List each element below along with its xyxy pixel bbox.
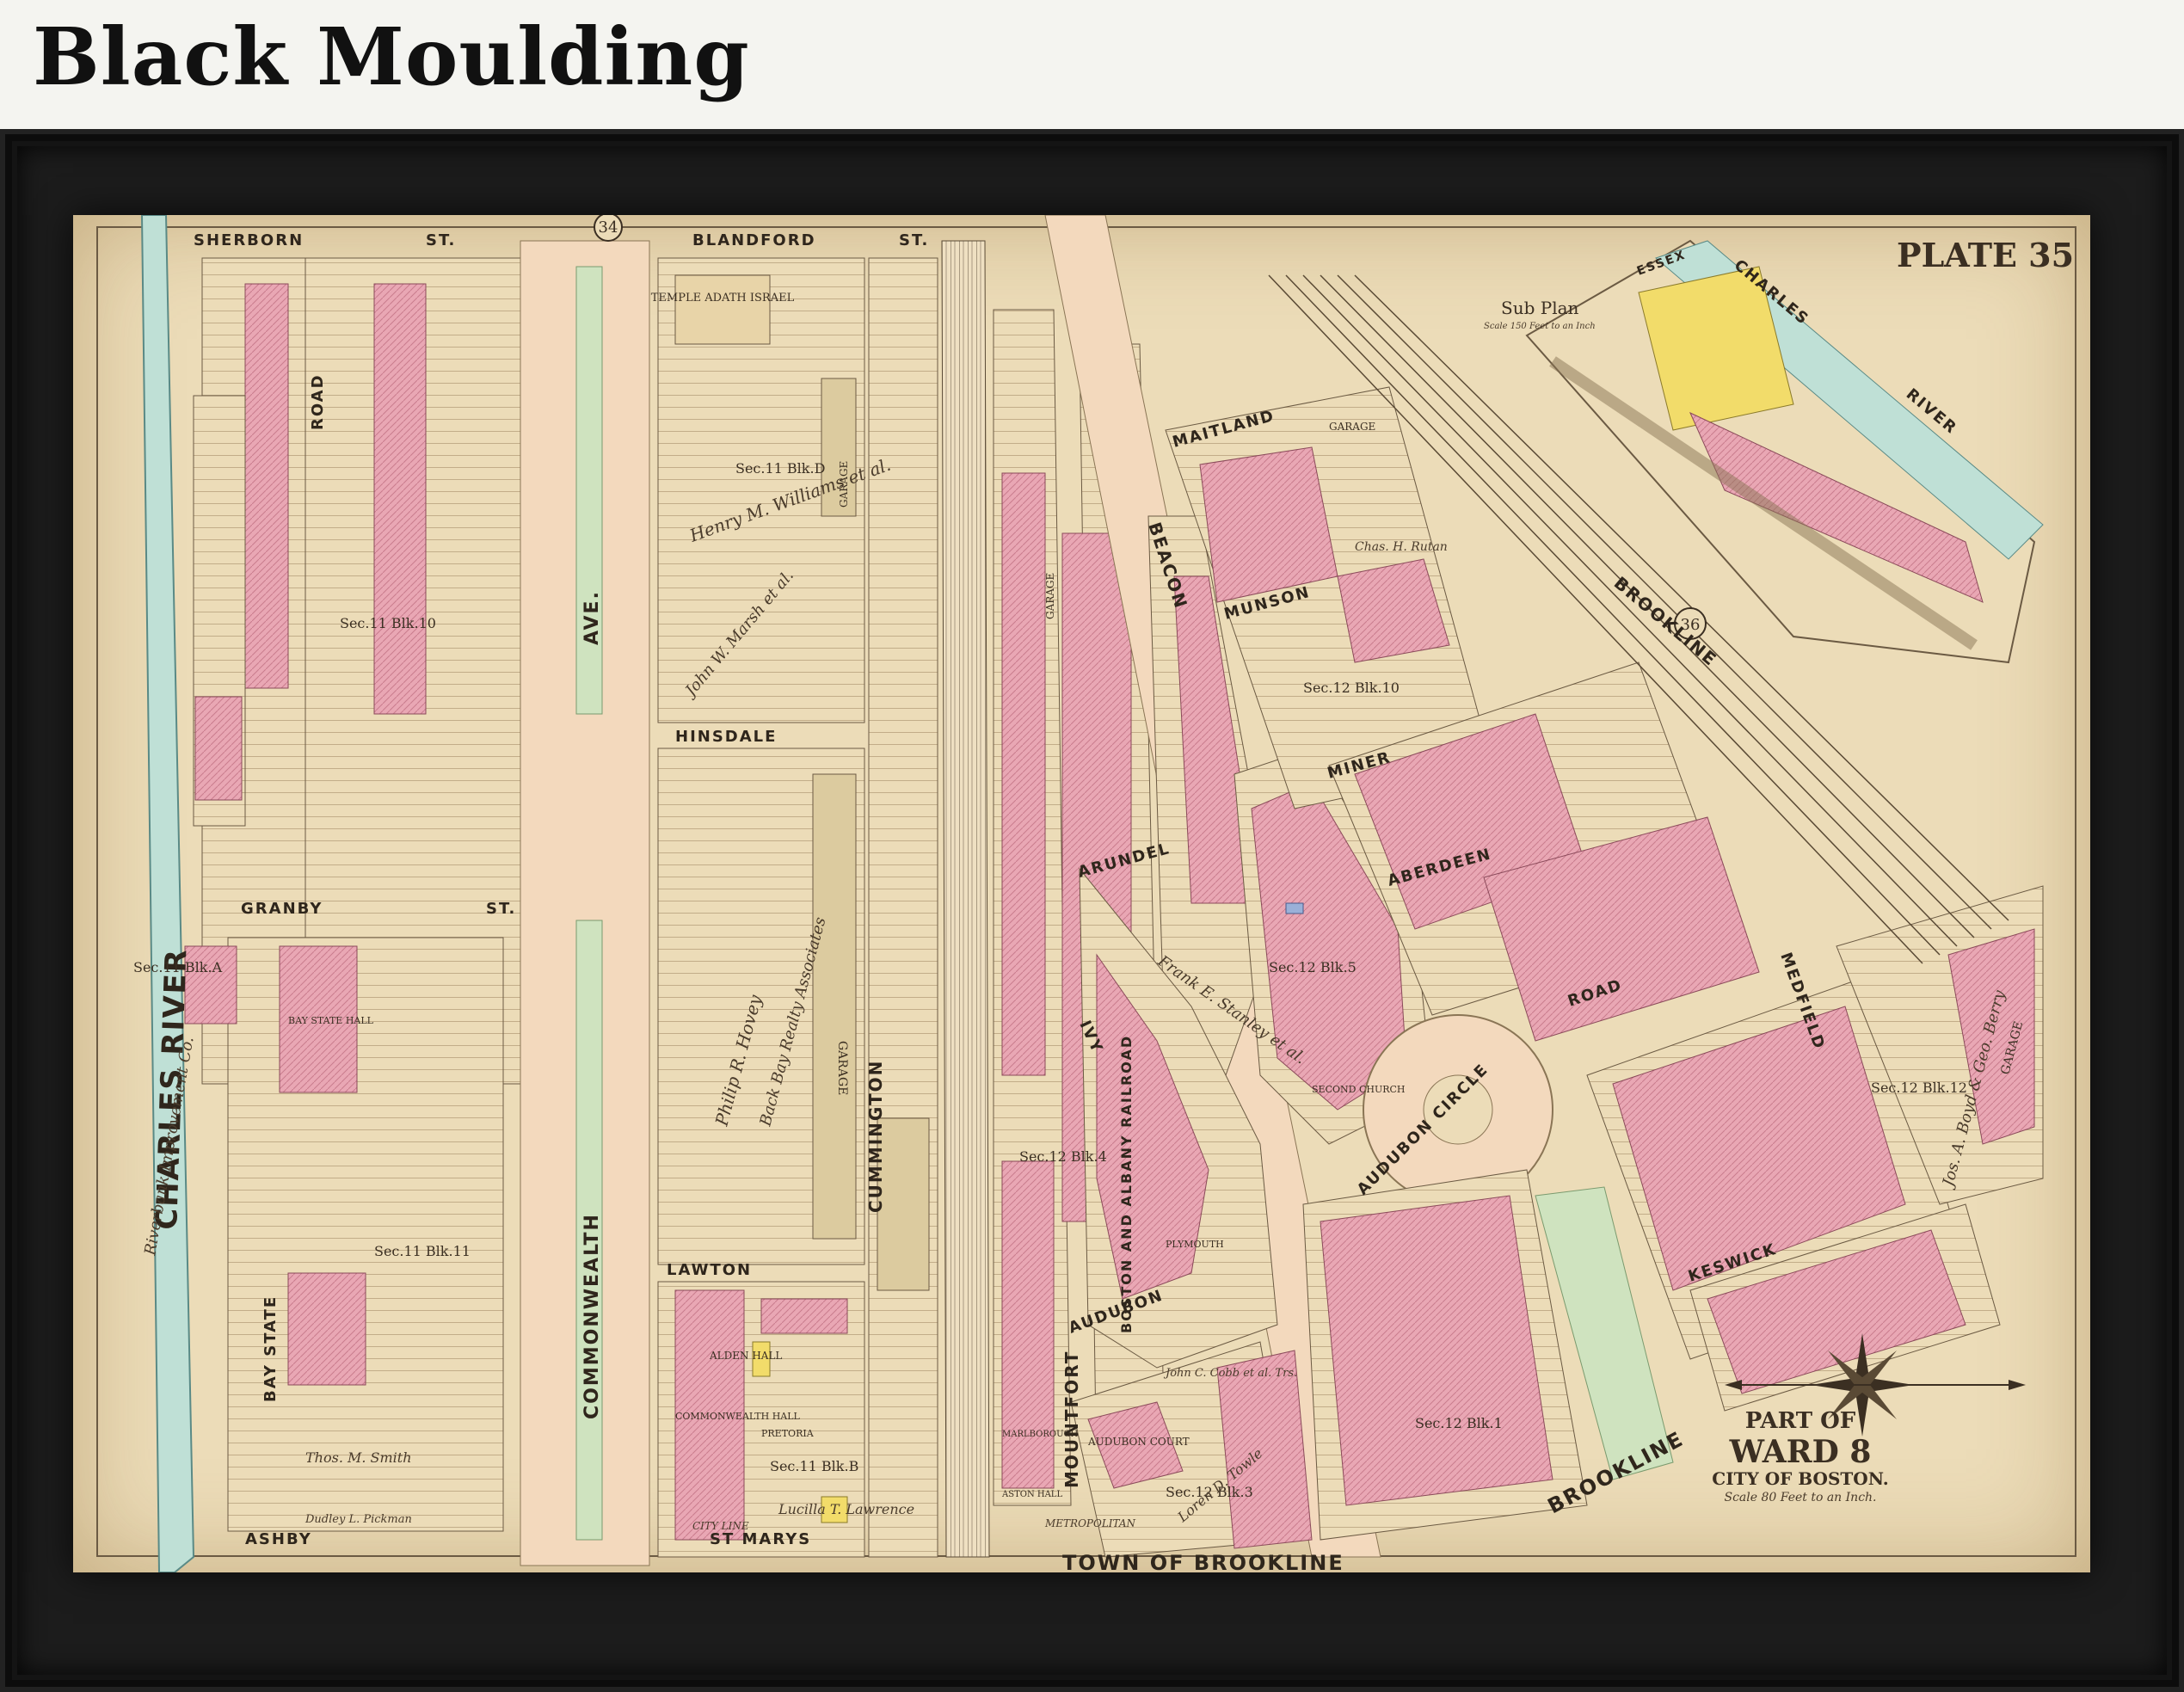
- label-city-line: CITY LINE: [692, 1520, 749, 1532]
- black-moulding-frame: 34 36 PLATE 35 Sub Plan Scale 150 Feet t…: [0, 129, 2184, 1692]
- label-cummington: CUMMINGTON: [865, 1060, 886, 1213]
- label-section-7: Sec.12 Blk.12: [1871, 1080, 1967, 1096]
- charles-river-channel: [140, 215, 195, 1572]
- map-print: 34 36 PLATE 35 Sub Plan Scale 150 Feet t…: [73, 215, 2090, 1572]
- label-audubon-court: AUDUBON COURT: [1087, 1436, 1190, 1448]
- temple-adath-israel: [674, 274, 771, 345]
- title-ward: WARD 8: [1729, 1434, 1872, 1470]
- label-section-5: Sec.12 Blk.5: [1269, 959, 1357, 975]
- brick-audubon-south: [1216, 1350, 1313, 1549]
- label-blandford-st: ST.: [899, 231, 929, 249]
- label-metropolitan: METROPOLITAN: [1044, 1517, 1136, 1529]
- label-plymouth: PLYMOUTH: [1166, 1239, 1224, 1250]
- ward-circle-34: 34: [594, 215, 623, 242]
- map-drawing: 34 36 PLATE 35 Sub Plan Scale 150 Feet t…: [96, 215, 2076, 1572]
- label-marlborough: MARLBOROUGH: [1002, 1430, 1079, 1439]
- label-section-11: Sec.12 Blk.4: [1019, 1148, 1107, 1165]
- small-building-blue: [1285, 902, 1304, 914]
- plate-number: PLATE 35: [1897, 236, 2074, 274]
- owner-cobb: John C. Cobb et al. Trs.: [1163, 1367, 1297, 1380]
- cummington-strip: [868, 257, 938, 1558]
- label-section-3: Sec.11 Blk.D: [735, 460, 825, 477]
- owner-rutan: Chas. H. Rutan: [1355, 540, 1448, 554]
- owner-smith: Thos. M. Smith: [305, 1449, 412, 1466]
- label-garage-3: GARAGE: [1329, 421, 1375, 433]
- label-pretoria: PRETORIA: [761, 1428, 815, 1439]
- brick-garage-2: [760, 1298, 848, 1334]
- title-city: CITY OF BOSTON.: [1712, 1468, 1888, 1489]
- brick-lots-1: [373, 283, 427, 715]
- label-granby: GRANBY: [241, 900, 323, 918]
- label-sherborn: SHERBORN: [194, 231, 304, 249]
- page-heading: Black Moulding: [33, 10, 750, 103]
- label-section-10: Sec.11 Blk.B: [770, 1458, 858, 1474]
- label-blandford: BLANDFORD: [692, 231, 816, 249]
- label-road: ROAD: [309, 373, 327, 430]
- brick-mountfort-west: [1001, 472, 1046, 1076]
- owner-lawrence: Lucilla T. Lawrence: [778, 1501, 914, 1517]
- label-second-church: SECOND CHURCH: [1312, 1084, 1406, 1095]
- label-section-4: Sec.11 Blk.A: [133, 959, 223, 975]
- brick-lots-3: [287, 1272, 366, 1386]
- brick-lots-5: [194, 696, 243, 801]
- brick-lots-2: [244, 283, 289, 689]
- label-town-of-brookline: TOWN OF BROOKLINE: [1062, 1551, 1344, 1572]
- label-mountfort: MOUNTFORT: [1061, 1351, 1082, 1488]
- label-alden-hall: ALDEN HALL: [709, 1350, 782, 1362]
- label-section-1: Sec.11 Blk.10: [340, 615, 436, 631]
- label-aston-hall: ASTON HALL: [1001, 1490, 1062, 1499]
- ward-circle-34-label: 34: [599, 218, 618, 237]
- owner-pickman: Dudley L. Pickman: [305, 1513, 412, 1526]
- sub-plan-scale: Scale 150 Feet to an Inch: [1484, 322, 1596, 331]
- commonwealth-mall-north: [575, 266, 603, 715]
- label-bay-state: BAY STATE: [261, 1295, 280, 1402]
- label-lawton: LAWTON: [667, 1261, 752, 1279]
- label-bay-state-hall: BAY STATE HALL: [288, 1015, 374, 1026]
- label-boston-albany: BOSTON AND ALBANY RAILROAD: [1118, 1035, 1135, 1333]
- brick-mountfort-south: [1001, 1160, 1055, 1489]
- label-garage-2: GARAGE: [1044, 573, 1056, 619]
- block-granby-ashby: [227, 937, 504, 1532]
- label-commonwealth: COMMONWEALTH: [581, 1213, 603, 1419]
- label-section-2: Sec.11 Blk.11: [374, 1243, 471, 1259]
- label-temple: TEMPLE ADATH ISRAEL: [651, 292, 795, 305]
- label-section-9: Sec.12 Blk.1: [1415, 1415, 1503, 1431]
- sub-plan-label: Sub Plan: [1501, 298, 1579, 318]
- label-commonwealth-hall: COMMONWEALTH HALL: [675, 1411, 801, 1422]
- title-part-of: PART OF: [1745, 1408, 1856, 1434]
- label-granby-st: ST.: [486, 900, 516, 918]
- label-garage-long: GARAGE: [835, 1041, 849, 1095]
- title-scale: Scale 80 Feet to an Inch.: [1724, 1491, 1876, 1504]
- label-section-6: Sec.12 Blk.10: [1303, 680, 1400, 696]
- label-hinsdale: HINSDALE: [675, 728, 777, 746]
- label-sherborn-st: ST.: [426, 231, 456, 249]
- garage-long: [812, 773, 857, 1240]
- label-ashby: ASHBY: [245, 1530, 312, 1548]
- boston-albany-railroad: [941, 240, 990, 1558]
- label-commonwealth-ave: AVE.: [581, 590, 603, 645]
- label-st-marys: ST MARYS: [710, 1530, 811, 1548]
